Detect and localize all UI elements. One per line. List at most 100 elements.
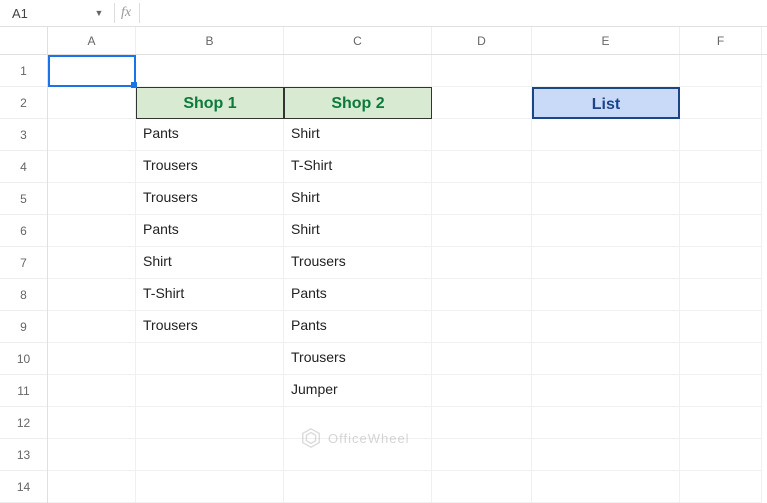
cell[interactable] bbox=[532, 407, 680, 439]
cell[interactable]: T-Shirt bbox=[136, 279, 284, 311]
cell[interactable] bbox=[48, 311, 136, 343]
row-header-4[interactable]: 4 bbox=[0, 151, 47, 183]
row-header-11[interactable]: 11 bbox=[0, 375, 47, 407]
cell[interactable]: Pants bbox=[136, 215, 284, 247]
cell[interactable] bbox=[48, 407, 136, 439]
cell[interactable] bbox=[136, 55, 284, 87]
cell[interactable] bbox=[48, 87, 136, 119]
cell[interactable] bbox=[432, 279, 532, 311]
col-header-e[interactable]: E bbox=[532, 27, 680, 54]
row-header-14[interactable]: 14 bbox=[0, 471, 47, 503]
cell[interactable] bbox=[48, 439, 136, 471]
row-header-1[interactable]: 1 bbox=[0, 55, 47, 87]
cell[interactable] bbox=[432, 343, 532, 375]
cell[interactable] bbox=[136, 471, 284, 503]
col-header-d[interactable]: D bbox=[432, 27, 532, 54]
cell[interactable] bbox=[680, 311, 762, 343]
table-header-shop2[interactable]: Shop 2 bbox=[284, 87, 432, 119]
cell[interactable] bbox=[532, 311, 680, 343]
cell[interactable] bbox=[532, 119, 680, 151]
row-header-12[interactable]: 12 bbox=[0, 407, 47, 439]
table-header-list[interactable]: List bbox=[532, 87, 680, 119]
col-header-f[interactable]: F bbox=[680, 27, 762, 54]
cell[interactable] bbox=[432, 439, 532, 471]
formula-input[interactable] bbox=[144, 2, 767, 24]
cell[interactable] bbox=[532, 215, 680, 247]
cell[interactable] bbox=[680, 183, 762, 215]
cell[interactable] bbox=[680, 439, 762, 471]
cell[interactable] bbox=[432, 311, 532, 343]
cell[interactable] bbox=[48, 151, 136, 183]
cell[interactable] bbox=[532, 375, 680, 407]
cell[interactable]: Pants bbox=[284, 279, 432, 311]
cell[interactable] bbox=[432, 119, 532, 151]
row-header-7[interactable]: 7 bbox=[0, 247, 47, 279]
name-box-dropdown-icon[interactable]: ▼ bbox=[94, 8, 108, 18]
cell[interactable] bbox=[680, 471, 762, 503]
cell[interactable] bbox=[284, 471, 432, 503]
cell[interactable] bbox=[680, 375, 762, 407]
cell[interactable] bbox=[432, 55, 532, 87]
cell[interactable] bbox=[48, 247, 136, 279]
cell[interactable] bbox=[136, 375, 284, 407]
cell[interactable] bbox=[532, 343, 680, 375]
cell[interactable] bbox=[532, 183, 680, 215]
cell[interactable]: Trousers bbox=[284, 247, 432, 279]
cell[interactable]: Trousers bbox=[284, 343, 432, 375]
cell[interactable] bbox=[532, 55, 680, 87]
cell[interactable] bbox=[680, 407, 762, 439]
row-header-5[interactable]: 5 bbox=[0, 183, 47, 215]
cell[interactable]: Shirt bbox=[284, 119, 432, 151]
col-header-b[interactable]: B bbox=[136, 27, 284, 54]
cell[interactable] bbox=[680, 119, 762, 151]
cell[interactable] bbox=[532, 151, 680, 183]
cell[interactable] bbox=[680, 87, 762, 119]
cell[interactable] bbox=[48, 119, 136, 151]
cell[interactable] bbox=[432, 183, 532, 215]
cell[interactable]: Shirt bbox=[136, 247, 284, 279]
row-header-8[interactable]: 8 bbox=[0, 279, 47, 311]
cell[interactable] bbox=[136, 439, 284, 471]
cell[interactable] bbox=[432, 375, 532, 407]
col-header-a[interactable]: A bbox=[48, 27, 136, 54]
cell[interactable]: Pants bbox=[136, 119, 284, 151]
cell[interactable] bbox=[284, 55, 432, 87]
cell-a1-active[interactable] bbox=[48, 55, 136, 87]
cell[interactable] bbox=[432, 87, 532, 119]
cell[interactable] bbox=[136, 343, 284, 375]
cell[interactable] bbox=[432, 215, 532, 247]
cell[interactable]: Shirt bbox=[284, 215, 432, 247]
cell[interactable] bbox=[432, 407, 532, 439]
cell[interactable] bbox=[532, 279, 680, 311]
row-header-3[interactable]: 3 bbox=[0, 119, 47, 151]
row-header-6[interactable]: 6 bbox=[0, 215, 47, 247]
cell[interactable]: Pants bbox=[284, 311, 432, 343]
select-all-corner[interactable] bbox=[0, 27, 47, 55]
col-header-c[interactable]: C bbox=[284, 27, 432, 54]
cell[interactable] bbox=[532, 439, 680, 471]
row-header-10[interactable]: 10 bbox=[0, 343, 47, 375]
cell[interactable] bbox=[48, 343, 136, 375]
cell[interactable] bbox=[680, 279, 762, 311]
cell[interactable] bbox=[48, 215, 136, 247]
cell[interactable] bbox=[432, 471, 532, 503]
cell[interactable] bbox=[680, 343, 762, 375]
cell[interactable]: Shirt bbox=[284, 183, 432, 215]
cell[interactable] bbox=[432, 151, 532, 183]
cell[interactable] bbox=[48, 279, 136, 311]
cell[interactable]: Trousers bbox=[136, 311, 284, 343]
row-header-2[interactable]: 2 bbox=[0, 87, 47, 119]
row-header-13[interactable]: 13 bbox=[0, 439, 47, 471]
cell[interactable]: T-Shirt bbox=[284, 151, 432, 183]
cell[interactable] bbox=[48, 183, 136, 215]
cell[interactable] bbox=[532, 247, 680, 279]
cell[interactable]: Trousers bbox=[136, 183, 284, 215]
row-header-9[interactable]: 9 bbox=[0, 311, 47, 343]
cell[interactable]: Jumper bbox=[284, 375, 432, 407]
cell[interactable] bbox=[680, 247, 762, 279]
cell[interactable] bbox=[532, 471, 680, 503]
cell[interactable] bbox=[48, 375, 136, 407]
cell[interactable] bbox=[432, 247, 532, 279]
cell[interactable] bbox=[680, 151, 762, 183]
table-header-shop1[interactable]: Shop 1 bbox=[136, 87, 284, 119]
